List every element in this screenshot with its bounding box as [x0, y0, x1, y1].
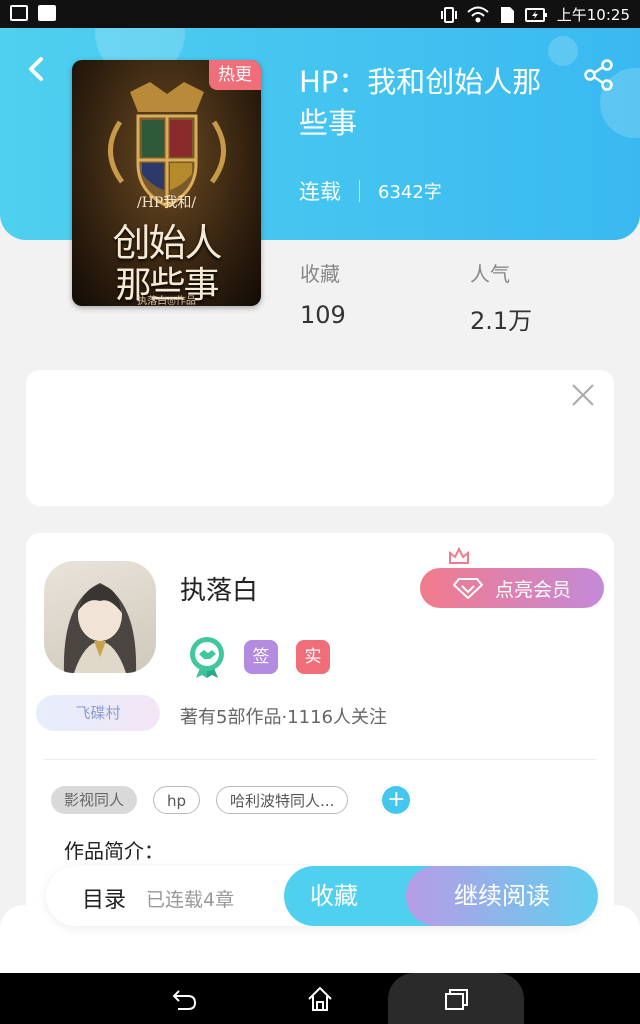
vip-button-label: 点亮会员 — [494, 578, 571, 601]
nav-back-icon[interactable] — [170, 985, 198, 1013]
tag-item[interactable]: 哈利波特同人... — [216, 786, 349, 814]
book-title: HP：我和创始人那些事 — [299, 65, 542, 140]
signed-badge[interactable]: 签 — [244, 640, 278, 674]
stat-favorites: 收藏 109 — [300, 258, 346, 329]
word-count: 6342字 — [378, 182, 442, 203]
village-badge[interactable]: 飞碟村 — [36, 695, 160, 731]
status-time: 上午10:25 — [556, 6, 630, 24]
meta-divider — [359, 180, 360, 202]
avatar-illustration — [63, 583, 137, 673]
tag-list: 影视同人 hp 哈利波特同人... + — [51, 786, 411, 814]
book-cover[interactable]: /HP我和/ 创始人 那些事 执落白◎作品 — [72, 60, 261, 306]
author-badges: 签 实 — [188, 636, 330, 678]
author-avatar[interactable] — [44, 561, 156, 673]
back-arrow-icon[interactable] — [22, 54, 52, 84]
chapter-count[interactable]: 已连载4章 — [146, 885, 234, 912]
stat-label: 收藏 — [300, 262, 340, 286]
tag-item[interactable]: hp — [153, 786, 201, 814]
toc-button[interactable]: 目录 — [82, 882, 126, 914]
verified-badge[interactable]: 实 — [296, 640, 330, 674]
handshake-medal-icon[interactable] — [188, 636, 226, 678]
author-name[interactable]: 执落白 — [180, 570, 258, 607]
add-tag-icon[interactable]: + — [382, 786, 411, 814]
system-nav-bar — [0, 973, 640, 1024]
vip-button[interactable]: 点亮会员 — [420, 568, 604, 608]
diamond-icon — [452, 578, 483, 599]
sim-icon — [500, 6, 514, 23]
book-meta: 连载 6342字 — [299, 176, 442, 206]
nav-recent-apps-icon[interactable] — [442, 985, 470, 1013]
intro-label: 作品简介： — [64, 839, 164, 863]
stat-value: 2.1万 — [470, 307, 533, 335]
hot-update-badge: 热更 — [209, 60, 261, 90]
action-bar: 目录 已连载4章 收藏 继续阅读 — [46, 866, 598, 926]
nav-home-icon[interactable] — [306, 985, 334, 1013]
wifi-icon — [467, 6, 489, 22]
share-icon[interactable] — [582, 58, 616, 92]
stat-label: 人气 — [470, 262, 510, 286]
divider — [44, 759, 596, 760]
cover-author-line: 执落白◎作品 — [137, 296, 196, 306]
author-info: 著有5部作品·1116人关注 — [180, 707, 387, 728]
ad-card — [26, 370, 614, 506]
close-icon[interactable] — [570, 382, 596, 408]
crown-icon — [449, 547, 469, 564]
stat-value: 109 — [300, 301, 346, 329]
status-bar: 上午10:25 — [0, 0, 640, 28]
stat-popularity: 人气 2.1万 — [470, 258, 532, 336]
vibrate-icon — [440, 6, 457, 23]
app-notification-icon — [38, 5, 56, 21]
tag-item[interactable]: 影视同人 — [51, 786, 138, 814]
battery-icon — [524, 7, 547, 22]
continue-reading-button[interactable]: 继续阅读 — [406, 866, 598, 926]
cover-title-line1: /HP我和/ — [136, 195, 197, 211]
serial-status: 连载 — [299, 180, 341, 204]
gallery-notification-icon — [10, 5, 28, 21]
